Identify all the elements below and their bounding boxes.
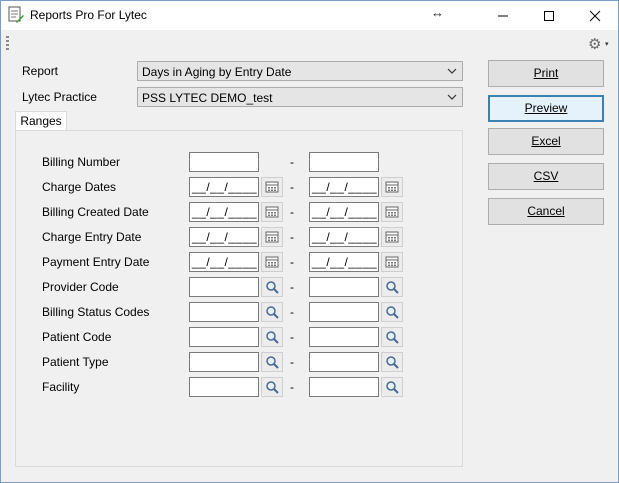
search-icon[interactable] (381, 277, 403, 297)
maximize-icon (544, 11, 554, 21)
date-mask: __/__/____ (312, 205, 378, 219)
maximize-button[interactable] (526, 1, 572, 30)
calendar-icon[interactable] (381, 252, 403, 272)
calendar-icon[interactable] (261, 227, 283, 247)
report-select-value: Days in Aging by Entry Date (142, 65, 292, 79)
billing-created-date-to-input[interactable]: __/__/____ (309, 202, 379, 222)
range-label-charge-dates: Charge Dates (42, 180, 117, 194)
chevron-down-icon (447, 94, 457, 100)
range-separator: - (290, 355, 294, 369)
provider-code-from-input[interactable] (189, 277, 259, 297)
calendar-icon[interactable] (261, 252, 283, 272)
patient-code-from-input[interactable] (189, 327, 259, 347)
range-separator: - (290, 180, 294, 194)
search-icon[interactable] (261, 327, 283, 347)
provider-code-to-input[interactable] (309, 277, 379, 297)
date-mask: __/__/____ (192, 255, 258, 269)
payment-entry-date-from-input[interactable]: __/__/____ (189, 252, 259, 272)
range-separator: - (290, 380, 294, 394)
calendar-icon[interactable] (381, 227, 403, 247)
range-label-charge-entry-date: Charge Entry Date (42, 230, 142, 244)
range-separator: - (290, 255, 294, 269)
practice-select-value: PSS LYTEC DEMO_test (142, 91, 273, 105)
date-mask: __/__/____ (192, 205, 258, 219)
minimize-button[interactable] (480, 1, 526, 30)
billing-status-codes-from-input[interactable] (189, 302, 259, 322)
charge-entry-date-to-input[interactable]: __/__/____ (309, 227, 379, 247)
payment-entry-date-to-input[interactable]: __/__/____ (309, 252, 379, 272)
title-bar[interactable]: Reports Pro For Lytec ↔ (1, 1, 618, 30)
app-report-icon (8, 6, 24, 23)
date-mask: __/__/____ (192, 230, 258, 244)
minimize-icon (498, 15, 508, 17)
calendar-icon[interactable] (261, 177, 283, 197)
patient-type-from-input[interactable] (189, 352, 259, 372)
date-mask: __/__/____ (312, 255, 378, 269)
calendar-icon[interactable] (261, 202, 283, 222)
report-select[interactable]: Days in Aging by Entry Date (137, 61, 463, 81)
date-mask: __/__/____ (192, 180, 258, 194)
facility-from-input[interactable] (189, 377, 259, 397)
range-label-billing-status-codes: Billing Status Codes (42, 305, 150, 319)
practice-select[interactable]: PSS LYTEC DEMO_test (137, 87, 463, 107)
charge-dates-to-input[interactable]: __/__/____ (309, 177, 379, 197)
range-label-facility: Facility (42, 380, 80, 394)
practice-label: Lytec Practice (22, 90, 97, 104)
tab-ranges[interactable]: Ranges (15, 111, 67, 132)
date-mask: __/__/____ (312, 180, 378, 194)
chevron-down-icon (447, 68, 457, 74)
range-label-billing-number: Billing Number (42, 155, 121, 169)
search-icon[interactable] (381, 302, 403, 322)
gear-icon[interactable]: ⚙ (588, 35, 601, 53)
search-icon[interactable] (261, 302, 283, 322)
calendar-icon[interactable] (381, 177, 403, 197)
calendar-icon[interactable] (381, 202, 403, 222)
close-button[interactable] (572, 1, 618, 30)
range-separator: - (290, 305, 294, 319)
range-separator: - (290, 155, 294, 169)
billing-number-from-input[interactable] (189, 152, 259, 172)
csv-button[interactable]: CSV (488, 163, 604, 190)
report-label: Report (22, 64, 59, 78)
range-label-provider-code: Provider Code (42, 280, 119, 294)
patient-type-to-input[interactable] (309, 352, 379, 372)
toolstrip-grip[interactable] (6, 36, 9, 50)
excel-button[interactable]: Excel (488, 128, 604, 155)
range-label-patient-type: Patient Type (42, 355, 109, 369)
search-icon[interactable] (261, 377, 283, 397)
search-icon[interactable] (381, 327, 403, 347)
range-separator: - (290, 330, 294, 344)
search-icon[interactable] (261, 277, 283, 297)
date-mask: __/__/____ (312, 230, 378, 244)
range-separator: - (290, 230, 294, 244)
cancel-button[interactable]: Cancel (488, 198, 604, 225)
range-separator: - (290, 205, 294, 219)
range-label-billing-created-date: Billing Created Date (42, 205, 149, 219)
range-label-patient-code: Patient Code (42, 330, 112, 344)
patient-code-to-input[interactable] (309, 327, 379, 347)
range-label-payment-entry-date: Payment Entry Date (42, 255, 150, 269)
search-icon[interactable] (261, 352, 283, 372)
billing-number-to-input[interactable] (309, 152, 379, 172)
search-icon[interactable] (381, 352, 403, 372)
window-title: Reports Pro For Lytec (30, 8, 147, 22)
app-window: Reports Pro For Lytec ↔ ⚙ ▾ Report Days … (0, 0, 619, 483)
facility-to-input[interactable] (309, 377, 379, 397)
chevron-down-icon[interactable]: ▾ (605, 40, 609, 48)
billing-created-date-from-input[interactable]: __/__/____ (189, 202, 259, 222)
resize-arrows-icon: ↔ (431, 5, 444, 20)
preview-button[interactable]: Preview (488, 95, 604, 122)
charge-dates-from-input[interactable]: __/__/____ (189, 177, 259, 197)
toolstrip: ⚙ ▾ (1, 30, 618, 56)
search-icon[interactable] (381, 377, 403, 397)
print-button[interactable]: Print (488, 60, 604, 87)
charge-entry-date-from-input[interactable]: __/__/____ (189, 227, 259, 247)
range-separator: - (290, 280, 294, 294)
ranges-panel: Billing Number - Charge Dates - __/__/____ __… (15, 130, 463, 467)
billing-status-codes-to-input[interactable] (309, 302, 379, 322)
close-icon (589, 10, 601, 22)
